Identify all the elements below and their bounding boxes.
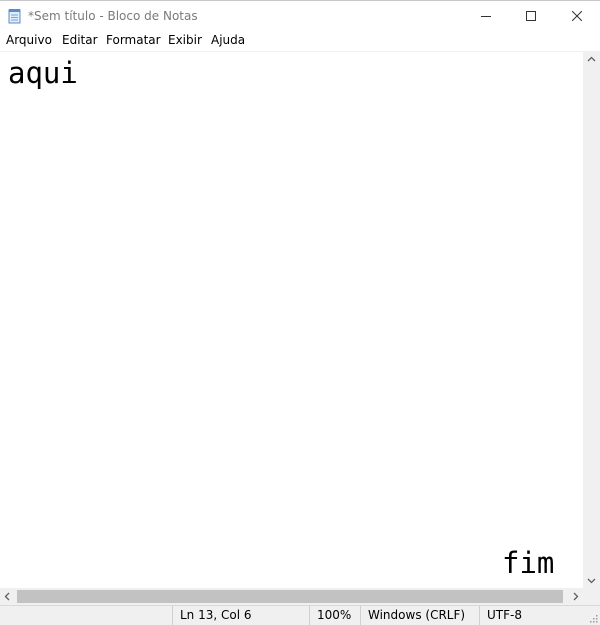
status-encoding: UTF-8	[479, 606, 583, 625]
vertical-scrollbar[interactable]	[583, 52, 600, 588]
scroll-left-icon[interactable]	[4, 592, 10, 601]
title-bar: *Sem título - Bloco de Notas	[0, 0, 600, 31]
resize-grip-icon[interactable]	[588, 613, 598, 623]
menu-formatar[interactable]: Formatar	[106, 33, 161, 47]
status-cursor-position: Ln 13, Col 6	[172, 606, 309, 625]
editor-last-line: fim	[502, 546, 555, 580]
minimize-icon	[481, 16, 491, 17]
close-button[interactable]	[554, 1, 600, 31]
maximize-icon	[526, 11, 536, 21]
menu-arquivo[interactable]: Arquivo	[6, 33, 52, 47]
window-title: *Sem título - Bloco de Notas	[28, 9, 198, 23]
horizontal-scroll-thumb[interactable]	[17, 590, 563, 603]
close-icon	[572, 11, 582, 21]
editor-first-line: aqui	[8, 56, 78, 90]
maximize-button[interactable]	[508, 1, 554, 31]
horizontal-scrollbar[interactable]	[0, 588, 583, 605]
scrollbar-corner	[583, 588, 600, 605]
text-editor[interactable]: aqui fim	[0, 52, 583, 588]
notepad-icon[interactable]	[8, 8, 22, 24]
scroll-up-icon[interactable]	[587, 56, 596, 62]
menu-bar: Arquivo Editar Formatar Exibir Ajuda	[0, 31, 600, 52]
minimize-button[interactable]	[463, 1, 509, 31]
menu-ajuda[interactable]: Ajuda	[211, 33, 245, 47]
status-zoom: 100%	[309, 606, 360, 625]
scroll-down-icon[interactable]	[587, 578, 596, 584]
menu-exibir[interactable]: Exibir	[168, 33, 202, 47]
scroll-right-icon[interactable]	[573, 592, 579, 601]
status-line-ending: Windows (CRLF)	[360, 606, 479, 625]
menu-editar[interactable]: Editar	[62, 33, 98, 47]
status-bar: Ln 13, Col 6 100% Windows (CRLF) UTF-8	[0, 605, 600, 625]
